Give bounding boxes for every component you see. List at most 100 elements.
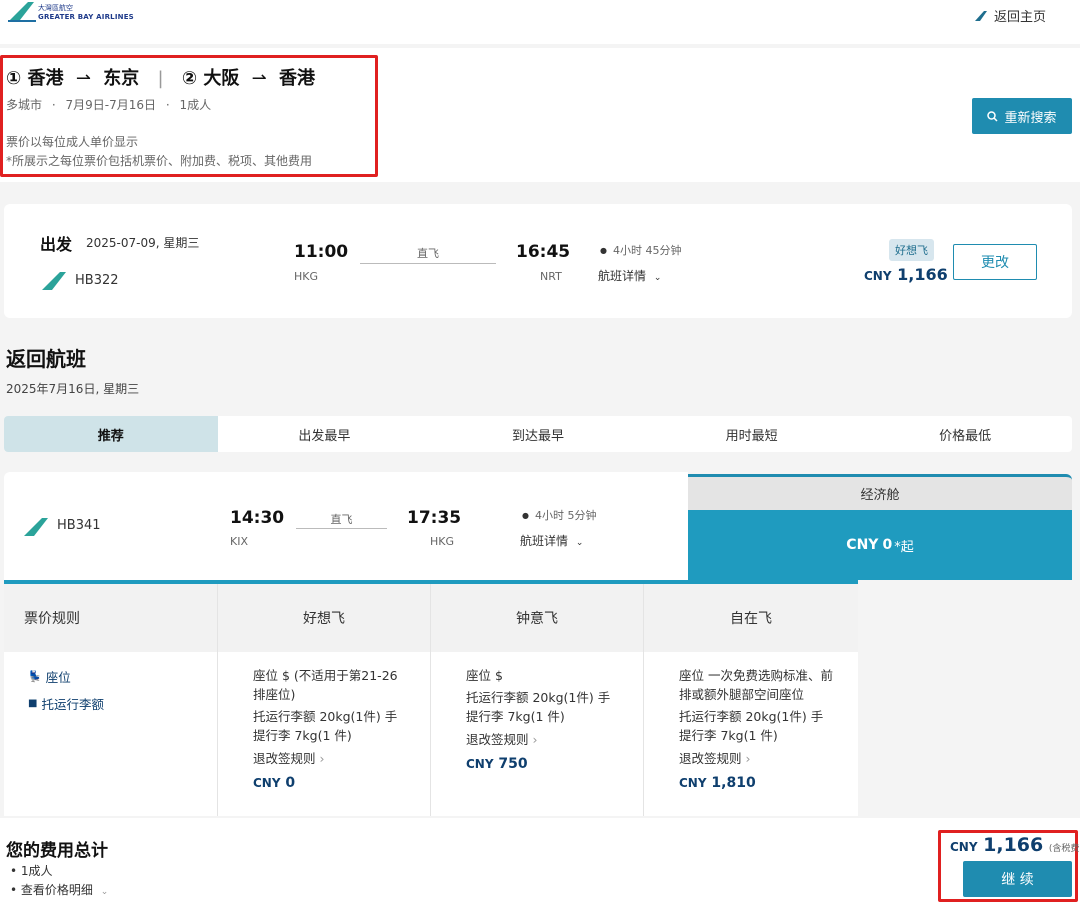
fare-rules-list: 💺 座位 ■ 托运行李额 — [4, 652, 217, 713]
airline-tail-icon — [24, 518, 48, 536]
tab-recommended[interactable]: 推荐 — [4, 416, 218, 452]
fare-column-1: 好想飞 座位 $ (不适用于第21-26排座位) 托运行李额 20kg(1件) … — [218, 584, 431, 816]
fare-price-value: 0 — [285, 775, 296, 791]
fare-change-rules-label: 退改签规则 — [253, 751, 316, 766]
return-dep-time: 14:30 — [230, 508, 285, 528]
outbound-arr-time: 16:45 — [516, 242, 571, 262]
return-arr-code: HKG — [430, 535, 455, 548]
home-link[interactable]: 返回主页 — [974, 6, 1046, 25]
fare-name: 好想飞 — [218, 584, 430, 652]
fare-seat: 座位 $ — [466, 668, 503, 683]
clock-icon: ● — [600, 245, 607, 255]
plane-tail-logo-icon — [8, 2, 36, 22]
outbound-date: 2025-07-09, 星期三 — [86, 236, 200, 250]
top-bar — [0, 0, 1080, 44]
cabin-price-currency: CNY — [846, 537, 879, 553]
change-button[interactable]: 更改 — [953, 244, 1037, 280]
fare-baggage: 托运行李额 20kg(1件) 手提行李 7kg(1 件) — [679, 709, 824, 743]
fare-price-value: 1,810 — [711, 775, 756, 791]
outbound-dep-time: 11:00 — [294, 242, 349, 262]
chevron-down-icon: ⌄ — [575, 538, 584, 548]
trip-dates: 7月9日-7月16日 — [65, 98, 157, 112]
fare-name: 钟意飞 — [431, 584, 643, 652]
arrow-right-icon: ⇀ — [75, 68, 91, 89]
return-details-toggle[interactable]: 航班详情 ⌄ — [520, 532, 583, 549]
search-icon — [987, 110, 999, 122]
rule-seat: 💺 座位 — [28, 667, 217, 686]
return-duration: ● 4小时 5分钟 — [522, 507, 596, 523]
outbound-details-label: 航班详情 — [598, 269, 647, 283]
airline-logo[interactable]: 大灣區航空 GREATER BAY AIRLINES — [8, 0, 138, 24]
fare-price: CNY 1,810 — [679, 775, 834, 791]
fare-baggage: 托运行李额 20kg(1件) 手提行李 7kg(1 件) — [466, 690, 611, 724]
fare-change-rules-link[interactable]: 退改签规则 › — [679, 748, 834, 767]
logo-en: GREATER BAY AIRLINES — [38, 13, 134, 21]
price-breakdown-label: 查看价格明细 — [20, 883, 93, 897]
outbound-label: 出发 — [40, 235, 73, 254]
fare-change-rules-label: 退改签规则 — [679, 751, 742, 766]
fare-column-2: 钟意飞 座位 $ 托运行李额 20kg(1件) 手提行李 7kg(1 件) 退改… — [431, 584, 644, 816]
fare-price: CNY 0 — [253, 775, 406, 791]
logo-cn: 大灣區航空 — [38, 4, 73, 12]
price-breakdown-toggle[interactable]: • 查看价格明细 ⌄ — [10, 881, 108, 898]
tab-lowest-price[interactable]: 价格最低 — [858, 416, 1072, 452]
fare-change-rules-link[interactable]: 退改签规则 › — [466, 729, 619, 748]
research-button[interactable]: 重新搜索 — [972, 98, 1072, 134]
cabin-price-suffix: *起 — [894, 539, 914, 555]
fare-name: 自在飞 — [644, 584, 858, 652]
total-bar — [0, 818, 1080, 904]
luggage-icon: ■ — [28, 698, 38, 709]
outbound-arr-code: NRT — [540, 270, 562, 283]
fare-currency: CNY — [466, 757, 494, 771]
tab-shortest-duration[interactable]: 用时最短 — [645, 416, 859, 452]
fare-price-value: 750 — [498, 756, 528, 772]
fare-change-rules-link[interactable]: 退改签规则 › — [253, 748, 406, 767]
total-currency: CNY — [950, 840, 978, 854]
home-link-label: 返回主页 — [993, 10, 1046, 25]
return-duration-text: 4小时 5分钟 — [534, 509, 597, 522]
return-flight-type: 直飞 — [330, 513, 353, 526]
research-button-label: 重新搜索 — [1004, 110, 1057, 126]
outbound-flight-number: HB322 — [75, 273, 119, 288]
sort-tabs: 推荐 出发最早 到达最早 用时最短 价格最低 — [4, 416, 1072, 452]
rule-seat-label: 座位 — [45, 670, 71, 685]
cabin-class-header: 经济舱 — [688, 474, 1072, 510]
fare-price: CNY 750 — [466, 756, 619, 772]
fare-currency: CNY — [253, 776, 281, 790]
trip-pax: 1成人 — [179, 98, 212, 112]
fare-column-3: 自在飞 座位 一次免费选购标准、前排或额外腿部空间座位 托运行李额 20kg(1… — [644, 584, 858, 816]
airline-tail-icon — [42, 272, 66, 290]
outbound-details-toggle[interactable]: 航班详情 ⌄ — [598, 267, 661, 284]
cabin-price-value: 0 — [882, 537, 893, 553]
continue-button[interactable]: 继 续 — [963, 861, 1072, 897]
chevron-down-icon: ⌄ — [653, 273, 662, 283]
fare-baggage: 托运行李额 20kg(1件) 手提行李 7kg(1 件) — [253, 709, 398, 743]
outbound-duration: ● 4小时 45分钟 — [600, 242, 681, 258]
route-line — [296, 528, 387, 529]
rule-baggage-label: 托运行李额 — [41, 697, 104, 712]
separator: | — [157, 68, 164, 89]
leg1-number: ① — [6, 68, 22, 89]
outbound-price: CNY 1,166 — [864, 265, 948, 284]
fare-seat: 座位 $ (不适用于第21-26排座位) — [253, 668, 398, 702]
fare-rules-header: 票价规则 — [4, 584, 217, 652]
fare-badge: 好想飞 — [889, 239, 934, 261]
return-dep-code: KIX — [230, 535, 248, 548]
price-disclaimer: *所展示之每位票价包括机票价、附加费、税项、其他费用 — [6, 154, 313, 168]
return-section-date: 2025年7月16日, 星期三 — [6, 382, 140, 396]
cabin-price-button[interactable]: CNY 0 *起 — [688, 510, 1072, 580]
return-flight-number: HB341 — [57, 518, 101, 533]
chevron-down-icon: ⌄ — [100, 887, 109, 897]
chevron-right-icon: › — [745, 751, 751, 766]
total-title: 您的费用总计 — [6, 841, 108, 861]
total-price: CNY 1,166 (含税费) — [950, 834, 1080, 856]
tab-earliest-departure[interactable]: 出发最早 — [218, 416, 432, 452]
fare-details: 座位 $ 托运行李额 20kg(1件) 手提行李 7kg(1 件) 退改签规则 … — [431, 652, 643, 772]
arrow-right-icon: ⇀ — [251, 68, 267, 89]
leg1-to: 东京 — [103, 68, 140, 89]
tab-earliest-arrival[interactable]: 到达最早 — [431, 416, 645, 452]
total-pax-label: 1成人 — [20, 864, 53, 878]
seat-icon: 💺 — [28, 670, 42, 683]
return-arr-time: 17:35 — [407, 508, 462, 528]
outbound-dep-code: HKG — [294, 270, 319, 283]
